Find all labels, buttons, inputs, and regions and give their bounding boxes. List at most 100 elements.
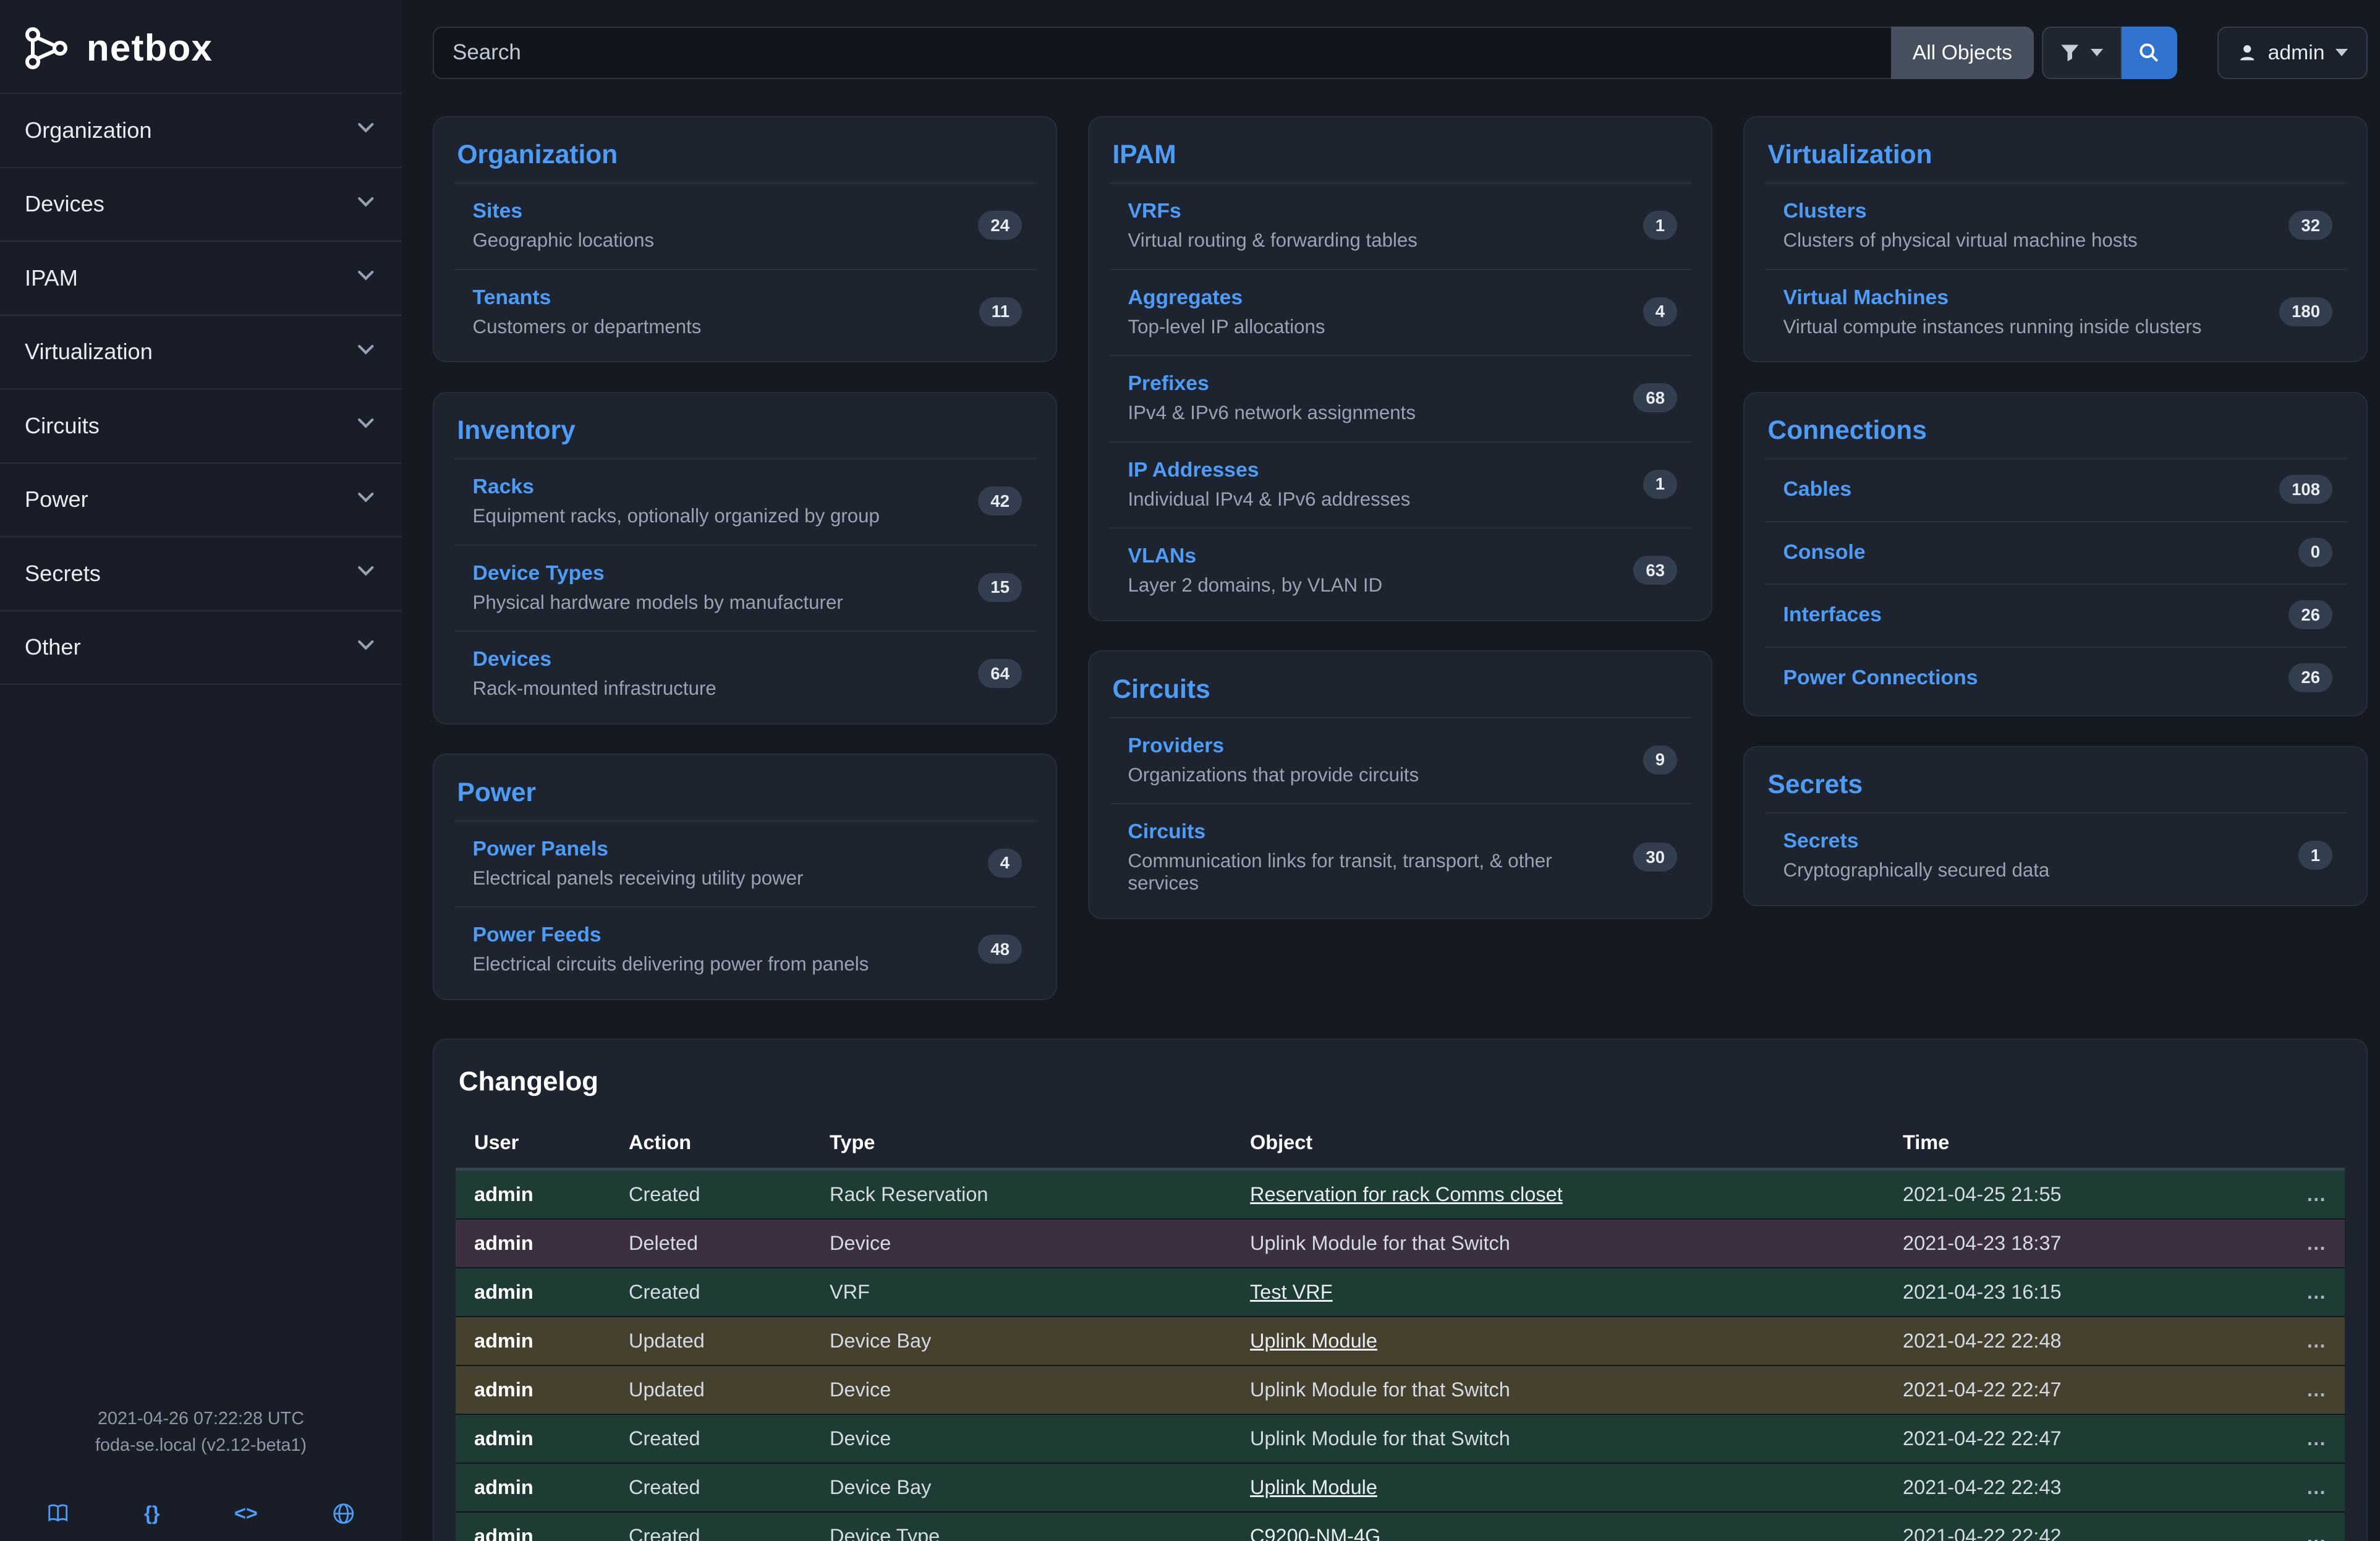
count-badge[interactable]: 42: [978, 486, 1022, 516]
object-link[interactable]: Uplink Module: [1250, 1330, 1377, 1352]
row-more-ellipsis[interactable]: …: [2271, 1170, 2345, 1220]
item-link[interactable]: Device Types: [473, 561, 843, 585]
card-title[interactable]: Organization: [454, 136, 1036, 183]
item-link[interactable]: Cables: [1783, 477, 1852, 501]
card-title[interactable]: Power: [454, 773, 1036, 820]
object-link[interactable]: Test VRF: [1250, 1281, 1333, 1303]
item-power-panels[interactable]: Power Panels Electrical panels receiving…: [454, 820, 1036, 907]
count-badge[interactable]: 24: [978, 211, 1022, 240]
count-badge[interactable]: 1: [2298, 841, 2332, 870]
row-more-ellipsis[interactable]: …: [2271, 1219, 2345, 1268]
globe-icon[interactable]: [332, 1502, 355, 1526]
count-badge[interactable]: 30: [1633, 843, 1677, 872]
row-more-ellipsis[interactable]: …: [2271, 1365, 2345, 1414]
count-badge[interactable]: 26: [2289, 600, 2332, 629]
card-title[interactable]: Secrets: [1765, 766, 2347, 813]
item-link[interactable]: Devices: [473, 647, 716, 671]
item-ip-addresses[interactable]: IP Addresses Individual IPv4 & IPv6 addr…: [1110, 441, 1691, 528]
item-link[interactable]: Tenants: [473, 286, 702, 310]
sidebar-item-other[interactable]: Other: [0, 611, 402, 686]
count-badge[interactable]: 15: [978, 573, 1022, 602]
item-virtual-machines[interactable]: Virtual Machines Virtual compute instanc…: [1765, 269, 2347, 355]
sidebar-item-organization[interactable]: Organization: [0, 94, 402, 168]
item-interfaces[interactable]: Interfaces 26: [1765, 584, 2347, 647]
item-link[interactable]: VLANs: [1128, 544, 1383, 568]
item-link[interactable]: Sites: [473, 199, 655, 223]
count-badge[interactable]: 4: [988, 849, 1022, 878]
count-badge[interactable]: 64: [978, 659, 1022, 688]
sidebar-item-devices[interactable]: Devices: [0, 168, 402, 242]
sidebar-item-ipam[interactable]: IPAM: [0, 242, 402, 316]
item-power-connections[interactable]: Power Connections 26: [1765, 647, 2347, 710]
row-more-ellipsis[interactable]: …: [2271, 1317, 2345, 1365]
row-more-ellipsis[interactable]: …: [2271, 1463, 2345, 1512]
item-vlans[interactable]: VLANs Layer 2 domains, by VLAN ID 63: [1110, 527, 1691, 614]
item-link[interactable]: Circuits: [1128, 820, 1618, 844]
item-link[interactable]: Secrets: [1783, 829, 2050, 853]
object-link[interactable]: C9200-NM-4G: [1250, 1525, 1380, 1541]
item-devices[interactable]: Devices Rack-mounted infrastructure 64: [454, 630, 1036, 717]
item-link[interactable]: Power Connections: [1783, 666, 1978, 690]
code-icon[interactable]: <>: [234, 1502, 258, 1525]
card-title[interactable]: Inventory: [454, 412, 1036, 459]
item-power-feeds[interactable]: Power Feeds Electrical circuits deliveri…: [454, 906, 1036, 993]
sidebar-item-power[interactable]: Power: [0, 464, 402, 538]
card-title[interactable]: Virtualization: [1765, 136, 2347, 183]
item-device-types[interactable]: Device Types Physical hardware models by…: [454, 545, 1036, 631]
item-link[interactable]: Power Panels: [473, 837, 804, 861]
item-tenants[interactable]: Tenants Customers or departments 11: [454, 269, 1036, 355]
object-link[interactable]: Uplink Module: [1250, 1476, 1377, 1498]
item-link[interactable]: Providers: [1128, 734, 1419, 758]
count-badge[interactable]: 48: [978, 935, 1022, 964]
row-more-ellipsis[interactable]: …: [2271, 1414, 2345, 1463]
row-more-ellipsis[interactable]: …: [2271, 1268, 2345, 1317]
count-badge[interactable]: 11: [979, 297, 1022, 326]
search-scope-button[interactable]: All Objects: [1891, 27, 2034, 79]
count-badge[interactable]: 63: [1633, 556, 1677, 585]
filter-dropdown-button[interactable]: [2042, 27, 2122, 79]
brand[interactable]: netbox: [0, 0, 402, 93]
item-providers[interactable]: Providers Organizations that provide cir…: [1110, 717, 1691, 804]
api-braces-icon[interactable]: {}: [144, 1502, 159, 1525]
item-link[interactable]: Virtual Machines: [1783, 286, 2202, 310]
count-badge[interactable]: 4: [1643, 297, 1677, 326]
count-badge[interactable]: 108: [2279, 475, 2332, 504]
item-console[interactable]: Console 0: [1765, 521, 2347, 584]
count-badge[interactable]: 68: [1633, 383, 1677, 412]
item-link[interactable]: Clusters: [1783, 199, 2138, 223]
row-more-ellipsis[interactable]: …: [2271, 1512, 2345, 1541]
item-link[interactable]: Prefixes: [1128, 371, 1416, 396]
object-link[interactable]: Reservation for rack Comms closet: [1250, 1183, 1563, 1205]
item-prefixes[interactable]: Prefixes IPv4 & IPv6 network assignments…: [1110, 355, 1691, 441]
count-badge[interactable]: 26: [2289, 663, 2332, 692]
count-badge[interactable]: 32: [2289, 211, 2332, 240]
item-clusters[interactable]: Clusters Clusters of physical virtual ma…: [1765, 182, 2347, 269]
item-link[interactable]: Interfaces: [1783, 603, 1882, 627]
sidebar-item-virtualization[interactable]: Virtualization: [0, 316, 402, 390]
item-circuits[interactable]: Circuits Communication links for transit…: [1110, 803, 1691, 912]
sidebar-item-circuits[interactable]: Circuits: [0, 389, 402, 464]
search-input[interactable]: [433, 27, 1891, 79]
card-title[interactable]: Circuits: [1110, 670, 1691, 717]
count-badge[interactable]: 9: [1643, 745, 1677, 775]
item-vrfs[interactable]: VRFs Virtual routing & forwarding tables…: [1110, 182, 1691, 269]
item-link[interactable]: Racks: [473, 475, 880, 499]
count-badge[interactable]: 0: [2298, 538, 2332, 567]
item-secrets[interactable]: Secrets Cryptographically secured data 1: [1765, 812, 2347, 899]
item-link[interactable]: IP Addresses: [1128, 458, 1411, 482]
docs-icon[interactable]: [46, 1503, 70, 1524]
card-title[interactable]: IPAM: [1110, 136, 1691, 183]
search-submit-button[interactable]: [2122, 27, 2177, 79]
item-link[interactable]: Power Feeds: [473, 923, 869, 947]
sidebar-item-secrets[interactable]: Secrets: [0, 537, 402, 611]
user-menu-button[interactable]: admin: [2217, 27, 2368, 79]
item-link[interactable]: Aggregates: [1128, 286, 1325, 310]
item-link[interactable]: VRFs: [1128, 199, 1417, 223]
count-badge[interactable]: 180: [2279, 297, 2332, 326]
item-aggregates[interactable]: Aggregates Top-level IP allocations 4: [1110, 269, 1691, 355]
item-racks[interactable]: Racks Equipment racks, optionally organi…: [454, 458, 1036, 545]
item-link[interactable]: Console: [1783, 540, 1866, 564]
item-cables[interactable]: Cables 108: [1765, 458, 2347, 521]
card-title[interactable]: Connections: [1765, 412, 2347, 459]
count-badge[interactable]: 1: [1643, 470, 1677, 499]
